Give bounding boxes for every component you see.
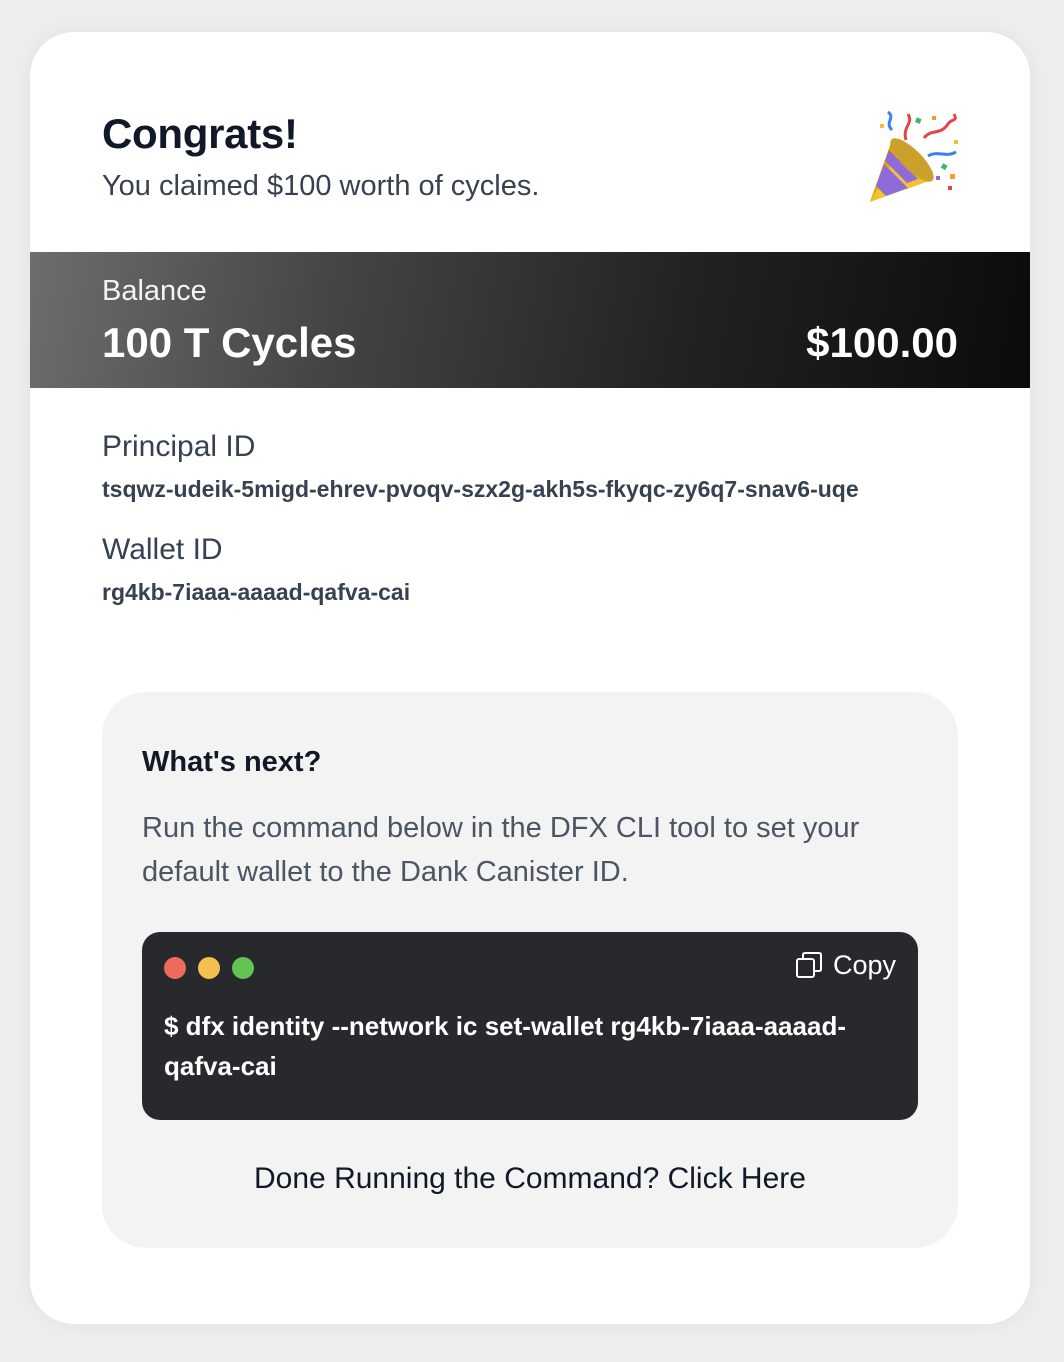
copy-label: Copy (832, 950, 896, 980)
wallet-id-label: Wallet ID (102, 533, 223, 566)
window-maximize-dot (232, 957, 254, 979)
whats-next-description: Run the command below in the DFX CLI too… (142, 812, 860, 888)
id-section: Principal ID tsqwz-udeik-5migd-ehrev-pvo… (102, 428, 932, 612)
wallet-id-value: rg4kb-7iaaa-aaaad-qafva-cai (102, 579, 411, 605)
window-close-dot (164, 957, 186, 979)
principal-id-label: Principal ID (102, 430, 256, 463)
balance-banner: Balance 100 T Cycles $100.00 (30, 252, 1030, 388)
whats-next-panel: What's next? Run the command below in th… (102, 692, 958, 1248)
balance-cycles: 100 T Cycles (102, 319, 357, 366)
principal-id-block: Principal ID tsqwz-udeik-5migd-ehrev-pvo… (102, 428, 932, 509)
window-minimize-dot (198, 957, 220, 979)
claim-success-card: Congrats! You claimed $100 worth of cycl… (30, 32, 1030, 1324)
header: Congrats! You claimed $100 worth of cycl… (102, 110, 539, 204)
page-subtitle: You claimed $100 worth of cycles. (102, 170, 540, 202)
whats-next-title: What's next? (142, 746, 322, 778)
done-running-command-link[interactable]: Done Running the Command? Click Here (102, 1160, 958, 1198)
copy-icon (795, 952, 822, 978)
copy-button[interactable]: Copy (795, 948, 896, 982)
command-text: $ dfx identity --network ic set-wallet r… (164, 1011, 846, 1081)
balance-usd-value: $100.00 (806, 319, 958, 366)
wallet-id-block: Wallet ID rg4kb-7iaaa-aaaad-qafva-cai (102, 531, 932, 612)
party-popper-icon (870, 110, 958, 202)
page-title: Congrats! (102, 110, 298, 157)
balance-label: Balance (102, 275, 207, 307)
command-terminal: Copy $ dfx identity --network ic set-wal… (142, 932, 918, 1120)
principal-id-value: tsqwz-udeik-5migd-ehrev-pvoqv-szx2g-akh5… (102, 476, 859, 502)
